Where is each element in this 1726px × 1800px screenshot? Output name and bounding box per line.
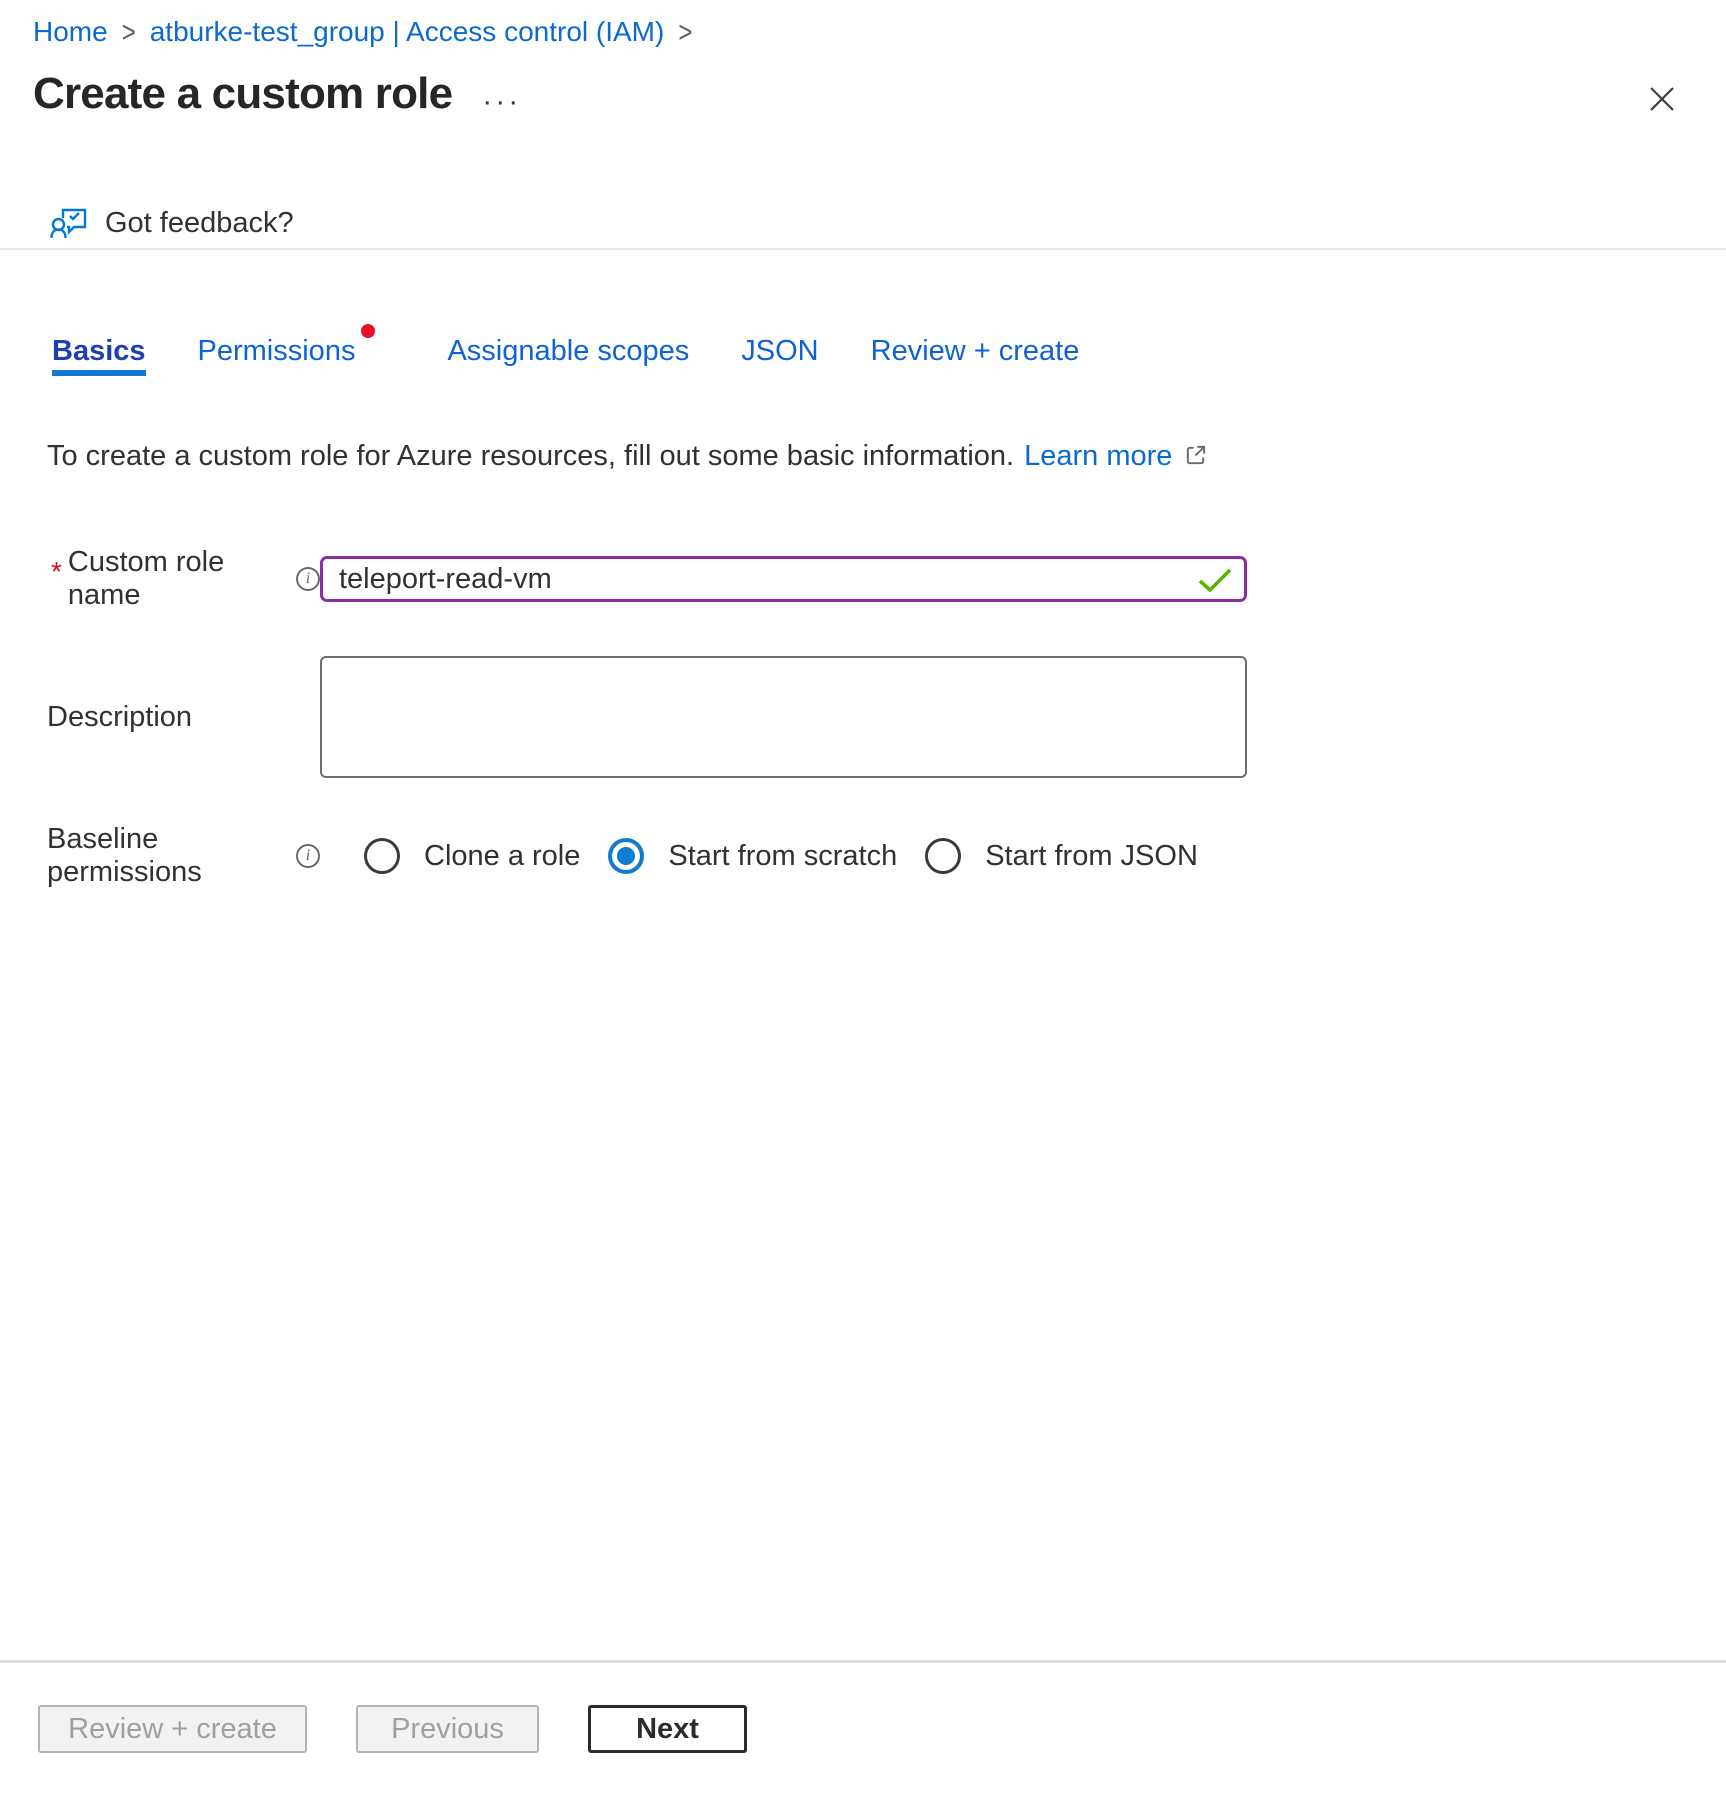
- tab-basics[interactable]: Basics: [52, 336, 146, 376]
- custom-role-name-label-text: Custom role name: [68, 546, 286, 612]
- custom-role-name-label: * Custom role name i: [47, 546, 320, 612]
- breadcrumb-access-control-link[interactable]: atburke-test_group | Access control (IAM…: [150, 16, 665, 48]
- notification-dot: [361, 324, 375, 338]
- tab-review-create[interactable]: Review + create: [871, 336, 1080, 376]
- required-asterisk: *: [51, 556, 62, 588]
- page-title: Create a custom role: [33, 69, 452, 119]
- custom-role-name-input-wrap: [320, 556, 1247, 602]
- tab-permissions[interactable]: Permissions: [198, 336, 356, 376]
- blade-header: Create a custom role ···: [33, 68, 1726, 120]
- description-textarea[interactable]: [320, 656, 1247, 778]
- breadcrumb-home-link[interactable]: Home: [33, 16, 108, 48]
- radio-start-from-json-label: Start from JSON: [985, 840, 1198, 873]
- wizard-tabs: Basics Permissions Assignable scopes JSO…: [52, 336, 1726, 376]
- radio-unselected-icon: [364, 838, 400, 874]
- tab-json[interactable]: JSON: [741, 336, 818, 376]
- custom-role-name-row: * Custom role name i: [47, 546, 1726, 612]
- footer-divider: [0, 1660, 1726, 1663]
- breadcrumb: Home > atburke-test_group | Access contr…: [33, 16, 1726, 48]
- radio-unselected-icon: [925, 838, 961, 874]
- close-icon: [1646, 83, 1678, 118]
- close-blade-button[interactable]: [1644, 82, 1680, 118]
- basics-form: * Custom role name i Description Ba: [47, 546, 1726, 889]
- intro-sentence: To create a custom role for Azure resour…: [47, 440, 1014, 473]
- radio-start-from-scratch[interactable]: Start from scratch: [608, 838, 897, 874]
- chevron-right-icon: >: [122, 13, 136, 51]
- radio-start-from-json[interactable]: Start from JSON: [925, 838, 1198, 874]
- info-icon[interactable]: i: [296, 567, 320, 591]
- description-label-text: Description: [47, 701, 192, 734]
- description-row: Description: [47, 656, 1726, 778]
- description-label: Description: [47, 701, 320, 734]
- next-button[interactable]: Next: [588, 1705, 747, 1753]
- radio-clone-a-role-label: Clone a role: [424, 840, 580, 873]
- baseline-permissions-row: Baseline permissions i Clone a role Star…: [47, 823, 1726, 889]
- wizard-footer-buttons: Review + create Previous Next: [38, 1705, 747, 1753]
- feedback-person-bubble-icon: [50, 203, 88, 244]
- create-custom-role-blade: Home > atburke-test_group | Access contr…: [0, 0, 1726, 1800]
- valid-checkmark-icon: [1197, 566, 1233, 599]
- tab-assignable-scopes[interactable]: Assignable scopes: [447, 336, 689, 376]
- got-feedback-label: Got feedback?: [105, 207, 294, 240]
- baseline-permissions-label: Baseline permissions i: [47, 823, 320, 889]
- radio-clone-a-role[interactable]: Clone a role: [364, 838, 580, 874]
- learn-more-link[interactable]: Learn more: [1024, 440, 1172, 473]
- chevron-right-icon: >: [678, 13, 692, 51]
- previous-button[interactable]: Previous: [356, 1705, 539, 1753]
- tab-permissions-label: Permissions: [198, 335, 356, 367]
- header-divider: [0, 248, 1726, 250]
- intro-text: To create a custom role for Azure resour…: [47, 438, 1726, 475]
- more-menu-ellipsis-icon[interactable]: ···: [482, 85, 521, 119]
- info-icon[interactable]: i: [296, 844, 320, 868]
- review-create-button[interactable]: Review + create: [38, 1705, 307, 1753]
- got-feedback-button[interactable]: Got feedback?: [50, 205, 1726, 241]
- radio-selected-icon: [608, 838, 644, 874]
- radio-start-from-scratch-label: Start from scratch: [668, 840, 897, 873]
- external-link-icon: [1184, 442, 1207, 475]
- baseline-permissions-radio-group: Clone a role Start from scratch Start fr…: [364, 838, 1198, 874]
- baseline-permissions-label-text: Baseline permissions: [47, 823, 286, 889]
- custom-role-name-input[interactable]: [320, 556, 1247, 602]
